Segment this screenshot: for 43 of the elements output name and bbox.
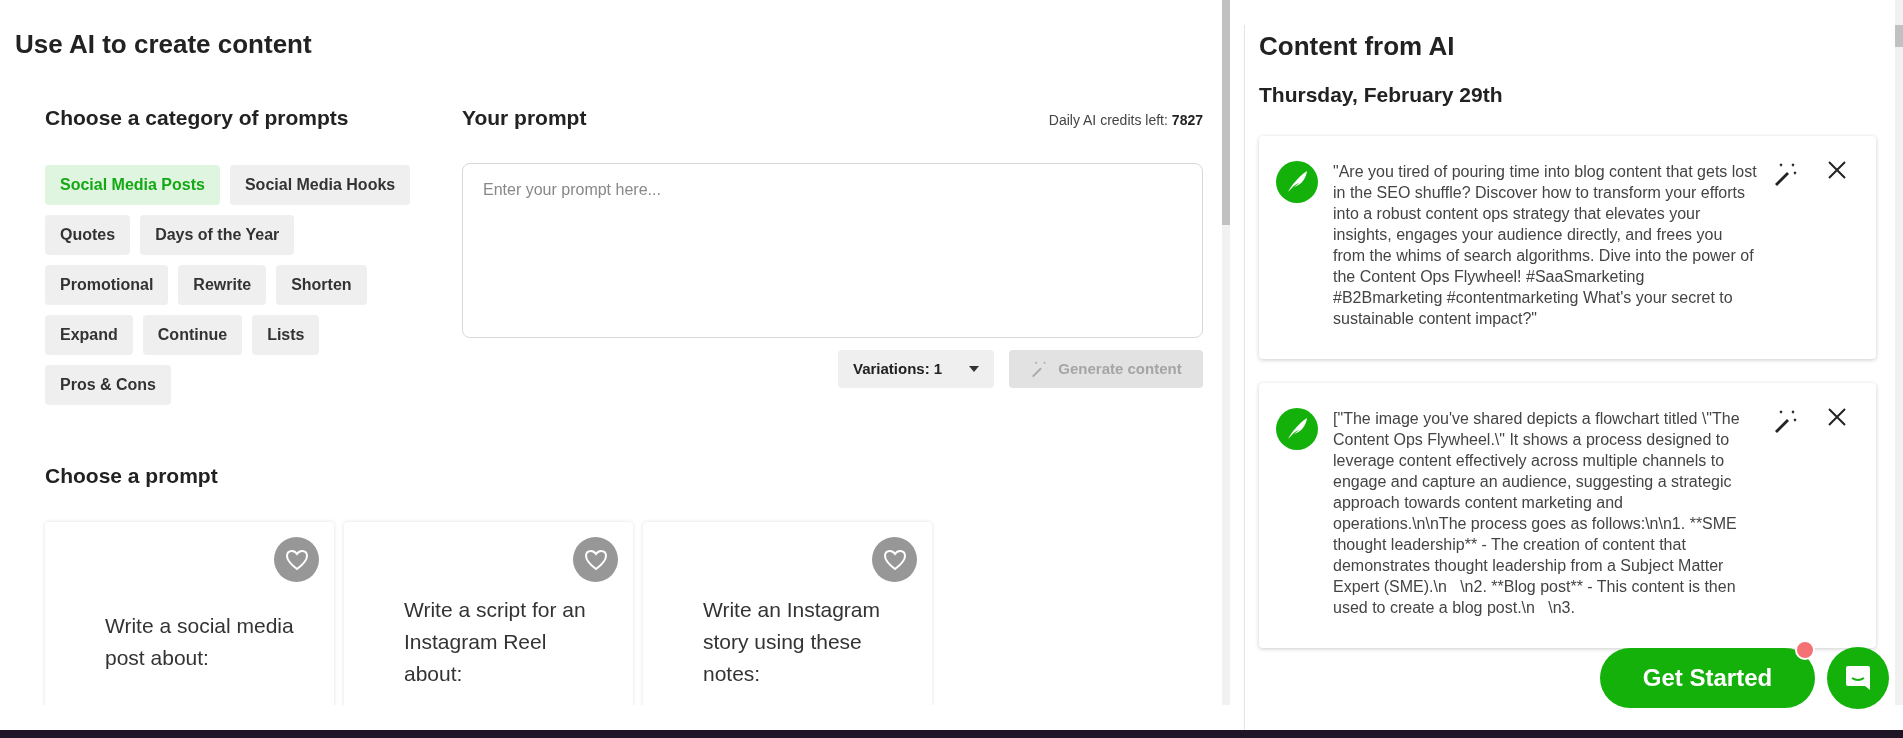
variations-dropdown[interactable]: Variations: 1 bbox=[838, 350, 994, 388]
caret-icon bbox=[969, 366, 979, 372]
favorite-button[interactable] bbox=[274, 537, 319, 582]
category-chip[interactable]: Social Media Hooks bbox=[229, 165, 411, 205]
heart-icon bbox=[284, 548, 309, 571]
section-heading: Choose a prompt bbox=[45, 463, 218, 489]
favorite-button[interactable] bbox=[573, 537, 618, 582]
prompt-text: Write a social media post about: bbox=[105, 613, 294, 671]
feather-icon bbox=[1276, 408, 1318, 450]
scrollbar[interactable] bbox=[1222, 0, 1230, 705]
favorite-button[interactable] bbox=[872, 537, 917, 582]
section-heading: Choose a category of prompts bbox=[45, 105, 349, 131]
feather-icon bbox=[1276, 161, 1318, 203]
section-heading: Your prompt bbox=[462, 105, 587, 131]
prompt-field[interactable]: Enter your prompt here... bbox=[462, 163, 1203, 338]
category-chip[interactable]: Expand bbox=[45, 315, 133, 355]
category-chip[interactable]: Rewrite bbox=[178, 265, 267, 305]
prompt-card[interactable]: Write a script for an Instagram Reel about: bbox=[344, 522, 633, 705]
prompt-card[interactable]: Write a social media post about: bbox=[45, 522, 334, 705]
scrollbar[interactable] bbox=[1895, 0, 1903, 705]
category-chip[interactable]: Quotes bbox=[45, 215, 131, 255]
panel-title: Content from AI bbox=[1259, 30, 1455, 62]
close-icon[interactable] bbox=[1828, 408, 1846, 426]
generated-text: ["The image you've shared depicts a flowchart titled \"The Content Ops Flywheel.\" It shows a process designed to leverage content effectively across multiple channels to engage and capture an audience, suggesting a strategic approach towards content marketing and operations.\n\nThe process goes as follows:\n\n1. **SME thought leadership** - The creation of content that demonstrates thought leadership from a Subject Matter Expert (SME).\n \n2. **Blog post** - This content is then used to create a blog post.\n \n3. bbox=[1333, 409, 1741, 618]
category-chip[interactable]: Promotional bbox=[45, 265, 169, 305]
close-icon[interactable] bbox=[1828, 161, 1846, 179]
generated-text: "Are you tired of pouring time into blog content that gets lost in the SEO shuffle? Discover how to transform your efforts into a robust content ops strategy that elevates your insights, engages your audience directly, and frees you from the whims of search algorithms. Dive into the power of the Content Ops Flywheel! #SaaSmarketing #B2Bmarketing #contentmarketing What's your secret to sustainable content impact?" bbox=[1333, 162, 1757, 329]
heart-icon bbox=[583, 548, 608, 571]
credits-label: Daily AI credits left: bbox=[1048, 111, 1168, 130]
prompt-text: Write an Instagram story using these notes: bbox=[703, 597, 881, 687]
category-chip[interactable]: Continue bbox=[142, 315, 243, 355]
category-chip[interactable]: Shorten bbox=[276, 265, 367, 305]
category-chip[interactable]: Pros & Cons bbox=[45, 365, 171, 405]
category-chip[interactable]: Days of the Year bbox=[140, 215, 295, 255]
prompt-card[interactable]: Write an Instagram story using these notes: bbox=[643, 522, 932, 705]
prompt-text: Write a script for an Instagram Reel about: bbox=[404, 597, 587, 687]
page-title: Use AI to create content bbox=[15, 28, 312, 60]
chat-icon bbox=[1844, 664, 1872, 692]
date-heading: Thursday, February 29th bbox=[1259, 82, 1503, 108]
credits-value: 7827 bbox=[1171, 111, 1203, 130]
heart-icon bbox=[882, 548, 907, 571]
magic-wand-icon bbox=[1030, 360, 1049, 378]
category-chip[interactable]: Lists bbox=[252, 315, 320, 355]
